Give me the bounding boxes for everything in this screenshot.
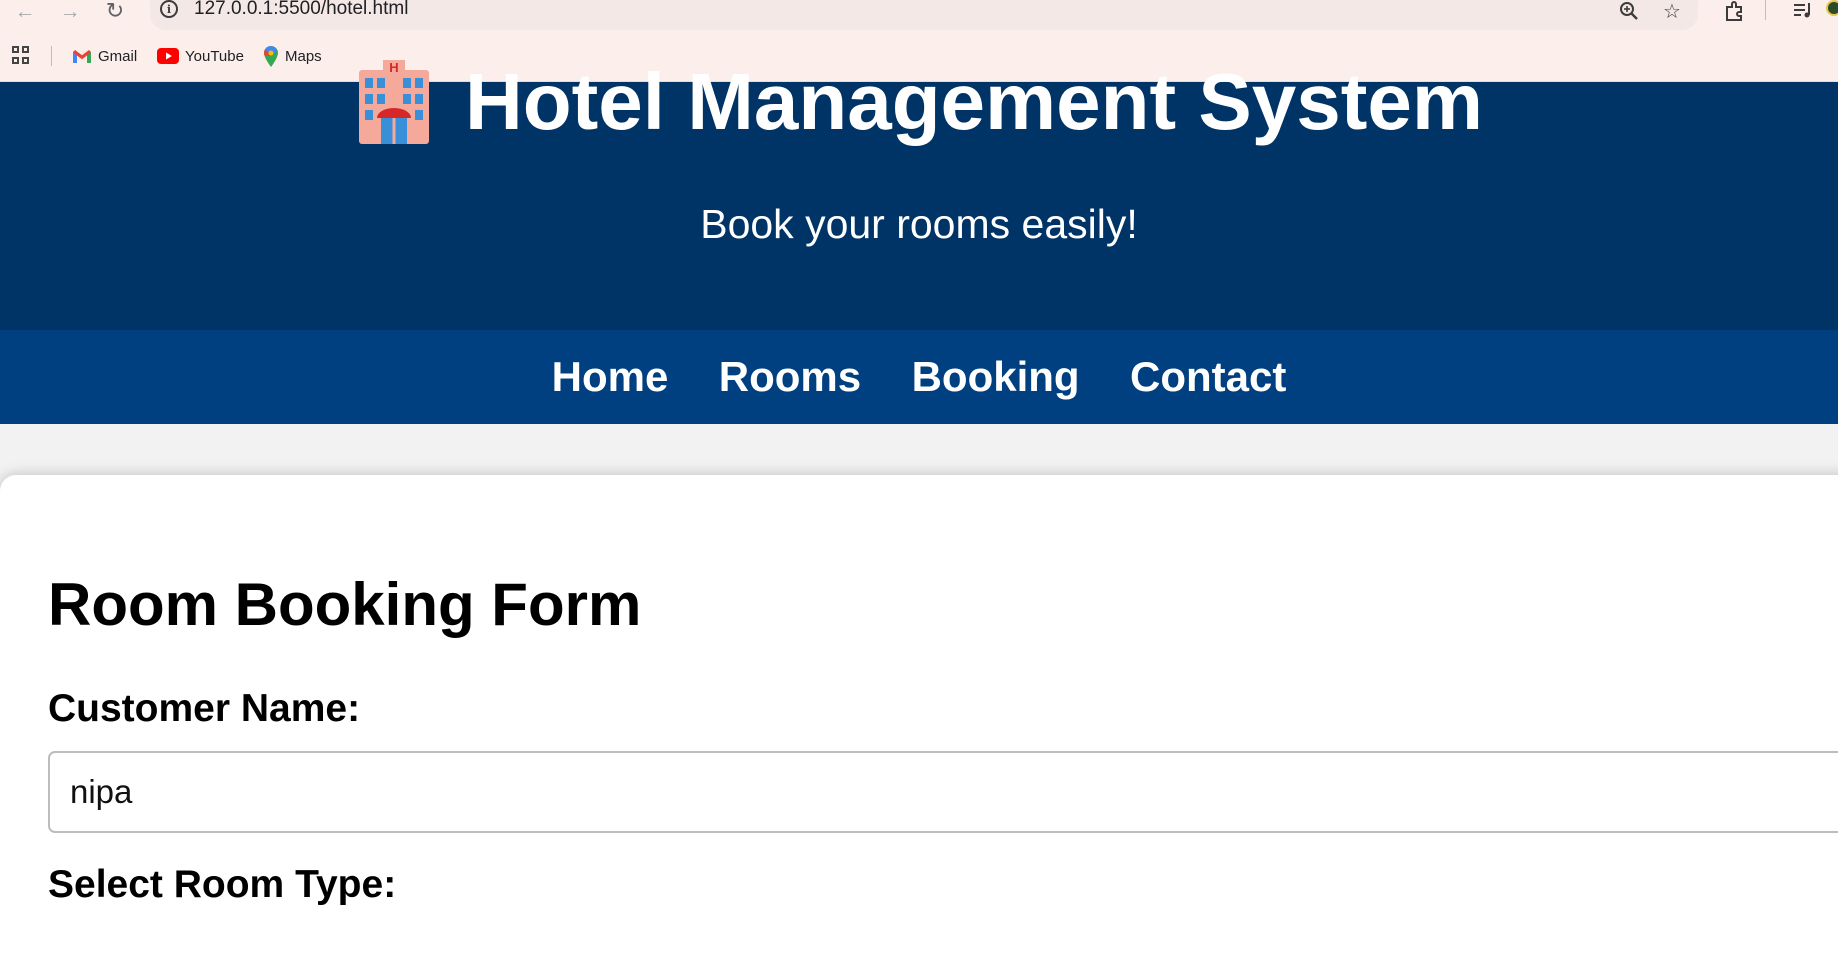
- page-subtitle: Book your rooms easily!: [700, 201, 1138, 247]
- svg-text:H: H: [389, 60, 398, 75]
- customer-name-label: Customer Name:: [48, 687, 361, 730]
- customer-name-input[interactable]: [48, 751, 1838, 833]
- address-bar[interactable]: i 127.0.0.1:5500/hotel.html ☆: [150, 0, 1698, 30]
- nav-item-home[interactable]: Home: [552, 330, 669, 424]
- page-title-text: Hotel Management System: [464, 57, 1484, 146]
- profile-avatar[interactable]: [1826, 0, 1838, 16]
- nav-item-contact[interactable]: Contact: [1130, 330, 1286, 424]
- url-text[interactable]: 127.0.0.1:5500/hotel.html: [194, 0, 408, 20]
- booking-form-card: Room Booking Form Customer Name: Select …: [0, 475, 1838, 975]
- hotel-building-icon: H: [355, 59, 433, 144]
- main-nav: Home Rooms Booking Contact: [0, 330, 1838, 424]
- back-icon[interactable]: ←: [10, 0, 40, 22]
- toolbar-divider: [1765, 0, 1766, 20]
- browser-toolbar: ← → ↻ i 127.0.0.1:5500/hotel.html ☆: [0, 0, 1838, 30]
- zoom-icon[interactable]: [1616, 0, 1642, 22]
- page-title: H Hotel Management System: [0, 59, 1838, 150]
- form-title: Room Booking Form: [48, 571, 642, 638]
- site-header: H Hotel Management System Book your room…: [0, 59, 1838, 330]
- extensions-icon[interactable]: [1722, 0, 1748, 22]
- nav-item-booking[interactable]: Booking: [912, 330, 1080, 424]
- bookmark-star-icon[interactable]: ☆: [1659, 0, 1685, 23]
- room-type-label: Select Room Type:: [48, 863, 397, 906]
- nav-item-rooms[interactable]: Rooms: [719, 330, 861, 424]
- reload-icon[interactable]: ↻: [100, 0, 130, 22]
- forward-icon[interactable]: →: [55, 0, 85, 22]
- site-info-icon[interactable]: i: [160, 0, 178, 18]
- media-control-icon[interactable]: [1790, 0, 1816, 22]
